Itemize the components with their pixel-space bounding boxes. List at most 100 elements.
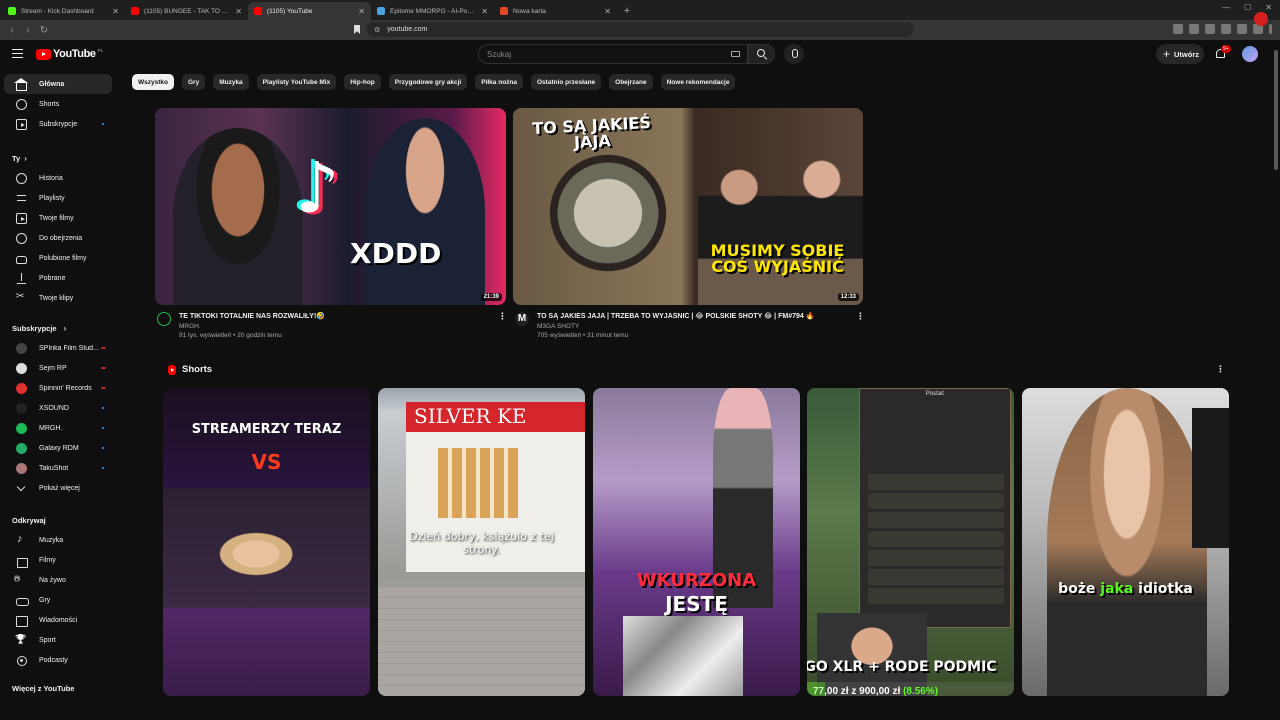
more-actions-icon[interactable]: ⋮ bbox=[498, 312, 507, 321]
subscription-channel-item[interactable]: Spinnin' Records bbox=[4, 378, 112, 398]
channel-avatar bbox=[16, 402, 27, 414]
video-thumbnail[interactable]: TO SĄ JAKIEŚ JAJA MUSIMY SOBIE COŚ WYJAŚ… bbox=[513, 108, 863, 305]
subscription-channel-item[interactable]: Sejm RP bbox=[4, 358, 112, 378]
filter-chip[interactable]: Nowe rekomendacje bbox=[660, 74, 736, 90]
sidebar-item-gry[interactable]: Gry bbox=[4, 590, 112, 610]
tab-close-icon[interactable]: ✕ bbox=[358, 7, 365, 16]
sidebar-item-twoje-filmy[interactable]: Twoje filmy bbox=[4, 208, 112, 228]
create-button[interactable]: + Utwórz bbox=[1156, 44, 1204, 64]
voice-search-mic-icon[interactable] bbox=[784, 44, 804, 64]
short-card[interactable]: Postać GO XLR + RODE PODMIC 77,00 zł z 9… bbox=[807, 388, 1014, 696]
url-field[interactable]: ⚙ youtube.com bbox=[366, 22, 914, 37]
browser-tab[interactable]: Stream - Kick Dashboard ✕ bbox=[2, 2, 125, 20]
forward-icon[interactable]: › bbox=[20, 25, 36, 36]
sidebar-item-do-obejrzenia[interactable]: Do obejrzenia bbox=[4, 228, 112, 248]
extension-icon[interactable] bbox=[1173, 24, 1183, 34]
short-card[interactable]: STREAMERZY TERAZ VS bbox=[163, 388, 370, 696]
channel-name[interactable]: M3GA SHOTY bbox=[537, 323, 847, 330]
browser-tab[interactable]: (1105) BUNGEE - TAK TO LATA (KSCE... ✕ bbox=[125, 2, 248, 20]
scrollbar[interactable] bbox=[1274, 50, 1278, 170]
bookmark-icon[interactable] bbox=[354, 25, 360, 34]
your-videos-icon bbox=[16, 212, 27, 224]
sidebar-item-na-żywo[interactable]: Na żywo bbox=[4, 570, 112, 590]
site-info-icon[interactable]: ⚙ bbox=[374, 26, 380, 34]
sidebar-item-pobrane[interactable]: Pobrane bbox=[4, 268, 112, 288]
sidebar-item-subskrypcje[interactable]: Subskrypcje bbox=[4, 114, 112, 134]
account-avatar[interactable] bbox=[1242, 46, 1258, 62]
sidebar-item-wiadomości[interactable]: Wiadomości bbox=[4, 610, 112, 630]
maximize-icon[interactable]: ☐ bbox=[1244, 3, 1251, 12]
filter-chip[interactable]: Ostatnio przesłane bbox=[531, 74, 602, 90]
keyboard-icon[interactable] bbox=[731, 51, 740, 57]
tab-favicon-icon bbox=[254, 7, 262, 15]
browser-tab[interactable]: Epitome MMORPG - AI-Powered, Fre... ✕ bbox=[371, 2, 494, 20]
filter-chip[interactable]: Gry bbox=[181, 74, 206, 90]
show-more-button[interactable]: Pokaż więcej bbox=[4, 478, 112, 498]
video-thumbnail[interactable]: ♪ XDDD 21:39 bbox=[155, 108, 506, 305]
sidebar-item-muzyka[interactable]: Muzyka bbox=[4, 530, 112, 550]
profile-badge-icon[interactable] bbox=[1254, 12, 1268, 26]
search-input[interactable]: Szukaj bbox=[478, 44, 748, 64]
home-icon bbox=[14, 78, 28, 91]
browser-tab[interactable]: Nowa karta ✕ bbox=[494, 2, 617, 20]
menu-hamburger-icon[interactable] bbox=[12, 49, 23, 58]
filter-chip[interactable]: Playlisty YouTube Mix bbox=[256, 74, 337, 90]
minimize-icon[interactable]: — bbox=[1222, 3, 1230, 12]
sidebar-item-podcasty[interactable]: Podcasty bbox=[4, 650, 112, 670]
channel-name[interactable]: MRGH. bbox=[179, 323, 489, 330]
tab-close-icon[interactable]: ✕ bbox=[112, 7, 119, 16]
tab-close-icon[interactable]: ✕ bbox=[235, 7, 242, 16]
filter-chip[interactable]: Piłka nożna bbox=[475, 74, 523, 90]
sidebar-item-główna[interactable]: Główna bbox=[4, 74, 112, 94]
browser-tab[interactable]: (1105) YouTube ✕ bbox=[248, 2, 371, 20]
extension-icon[interactable] bbox=[1189, 24, 1199, 34]
new-tab-button[interactable]: + bbox=[617, 2, 637, 20]
subscription-channel-item[interactable]: SPInka Film Stud... bbox=[4, 338, 112, 358]
sidebar-item-historia[interactable]: Historia bbox=[4, 168, 112, 188]
subscriptions-header[interactable]: Subskrypcje › bbox=[0, 318, 118, 338]
clips-icon bbox=[16, 291, 27, 304]
video-stats: 91 tys. wyświetleń • 20 godzin temu bbox=[179, 332, 282, 339]
menu-icon[interactable] bbox=[1269, 24, 1272, 34]
short-image bbox=[163, 488, 370, 608]
filter-chip[interactable]: Wszystko bbox=[132, 74, 174, 90]
live-icon bbox=[14, 575, 27, 586]
extension-icon[interactable] bbox=[1221, 24, 1231, 34]
sidebar-item-filmy[interactable]: Filmy bbox=[4, 550, 112, 570]
subscription-channel-item[interactable]: MRGH. bbox=[4, 418, 112, 438]
video-title[interactable]: TO SĄ JAKIEŚ JAJA | TRZEBA TO WYJAŚNIĆ |… bbox=[537, 312, 847, 320]
sidebar-item-shorts[interactable]: Shorts bbox=[4, 94, 112, 114]
close-window-icon[interactable]: ✕ bbox=[1265, 3, 1272, 12]
extension-icon[interactable] bbox=[1205, 24, 1215, 34]
back-icon[interactable]: ‹ bbox=[4, 25, 20, 36]
more-actions-icon[interactable]: ⋮ bbox=[856, 312, 865, 321]
filter-chip[interactable]: Obejrzane bbox=[609, 74, 653, 90]
filter-chip[interactable]: Hip-hop bbox=[344, 74, 381, 90]
extension-icon[interactable] bbox=[1237, 24, 1247, 34]
short-card[interactable]: WKURZONA JESTĘ bbox=[593, 388, 800, 696]
subscription-channel-item[interactable]: TakuShot bbox=[4, 458, 112, 478]
reload-icon[interactable]: ↻ bbox=[36, 25, 52, 36]
filter-chip[interactable]: Muzyka bbox=[213, 74, 249, 90]
youtube-logo[interactable]: YouTube PL bbox=[36, 48, 103, 60]
sidebar-item-playlisty[interactable]: Playlisty bbox=[4, 188, 112, 208]
channel-avatar[interactable] bbox=[157, 312, 171, 326]
video-title[interactable]: TE TIKTOKI TOTALNIE NAS ROZWALIŁY!🤣 bbox=[179, 312, 489, 320]
shorts-more-icon[interactable]: ⋮ bbox=[1216, 365, 1225, 374]
filter-chip[interactable]: Przygodowe gry akcji bbox=[388, 74, 468, 90]
chevron-right-icon: › bbox=[24, 153, 27, 163]
sidebar-item-sport[interactable]: Sport bbox=[4, 630, 112, 650]
channel-avatar[interactable]: M bbox=[515, 312, 529, 326]
you-section-header[interactable]: Ty › bbox=[0, 148, 118, 168]
subscription-channel-item[interactable]: XSOUND bbox=[4, 398, 112, 418]
sidebar-item-label: Główna bbox=[39, 80, 65, 88]
short-card[interactable]: SILVER KE Dzień dobry, książulo z tej st… bbox=[378, 388, 585, 696]
tab-close-icon[interactable]: ✕ bbox=[604, 7, 611, 16]
short-card[interactable]: boże jaka idiotka bbox=[1022, 388, 1229, 696]
sidebar-item-polubione-filmy[interactable]: Polubione filmy bbox=[4, 248, 112, 268]
channel-name: TakuShot bbox=[39, 464, 69, 472]
video-duration: 12:33 bbox=[837, 293, 859, 301]
sidebar-item-twoje-klipy[interactable]: Twoje klipy bbox=[4, 288, 112, 308]
subscription-channel-item[interactable]: Galaxy RDM bbox=[4, 438, 112, 458]
tab-close-icon[interactable]: ✕ bbox=[481, 7, 488, 16]
